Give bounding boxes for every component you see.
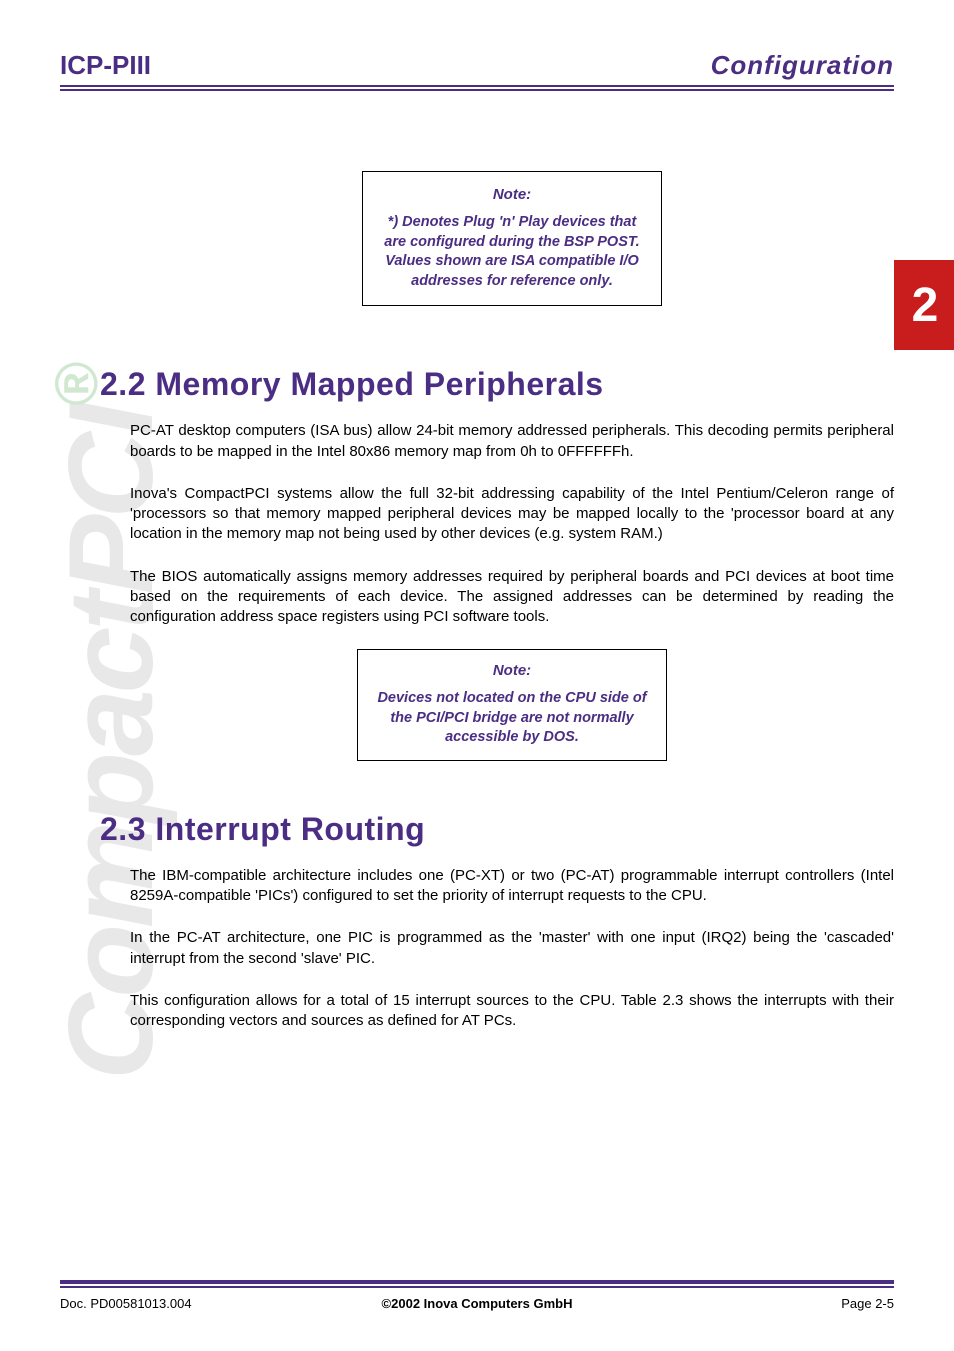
note-1-title: Note: [381, 186, 643, 203]
header-section: Configuration [711, 50, 894, 81]
page-footer: Doc. PD00581013.004 ©2002 Inova Computer… [60, 1280, 894, 1311]
section-2-3-p2: In the PC-AT architecture, one PIC is pr… [130, 928, 894, 969]
footer-rule-thin [60, 1286, 894, 1288]
section-2-2-p2: Inova's CompactPCI systems allow the ful… [130, 484, 894, 545]
section-2-2-p1: PC-AT desktop computers (ISA bus) allow … [130, 421, 894, 462]
section-2-3-p3: This configuration allows for a total of… [130, 991, 894, 1032]
note-2-title: Note: [374, 662, 650, 679]
note-2-body: Devices not located on the CPU side of t… [374, 689, 650, 748]
page-header: ICP-PIII Configuration [60, 50, 894, 87]
note-1-body: *) Denotes Plug 'n' Play devices that ar… [381, 213, 643, 291]
header-rule [60, 89, 894, 91]
heading-2-2: 2.2 Memory Mapped Peripherals [100, 366, 894, 403]
section-2-2-p3: The BIOS automatically assigns memory ad… [130, 567, 894, 628]
heading-2-3: 2.3 Interrupt Routing [100, 811, 894, 848]
footer-page-number: Page 2-5 [616, 1296, 894, 1311]
chapter-number: 2 [912, 278, 937, 333]
footer-rule-thick [60, 1280, 894, 1284]
footer-copyright: ©2002 Inova Computers GmbH [338, 1296, 616, 1311]
footer-doc-id: Doc. PD00581013.004 [60, 1296, 338, 1311]
section-2-3-p1: The IBM-compatible architecture includes… [130, 866, 894, 907]
note-box-1: Note: *) Denotes Plug 'n' Play devices t… [362, 171, 662, 306]
header-product: ICP-PIII [60, 50, 151, 81]
chapter-tab: 2 [894, 260, 954, 350]
note-box-2: Note: Devices not located on the CPU sid… [357, 649, 667, 761]
